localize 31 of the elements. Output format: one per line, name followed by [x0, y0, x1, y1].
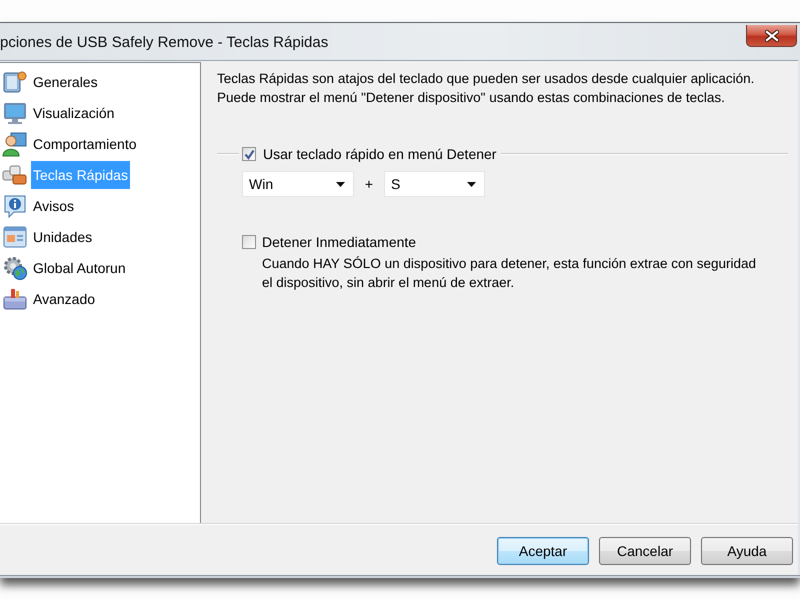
description-text: el dispositivo, sin abrir el menú de extraer. — [262, 274, 516, 292]
description-text: Puede mostrar el menú "Detener dispositivo" usando estas combinaciones de teclas. — [217, 89, 726, 107]
description-text: Teclas Rápidas son atajos del teclado que pueden ser usados desde cualquier aplicación. — [217, 70, 756, 88]
close-icon — [764, 30, 778, 42]
sidebar-item[interactable]: Unidades — [31, 222, 94, 250]
panel-icon — [2, 68, 28, 94]
description-text: Cuando HAY SÓLO un dispositivo para detener, esta función extrae con seguridad — [262, 255, 758, 273]
user-icon — [2, 130, 28, 156]
checkbox-label[interactable]: Usar teclado rápido en menú Detener — [263, 145, 496, 163]
plus-sign: + — [364, 174, 374, 194]
sidebar-item[interactable]: Visualización — [31, 98, 116, 126]
checkmark-icon — [244, 148, 254, 160]
dialog-button[interactable]: Aceptar — [497, 537, 589, 565]
caret-icon — [336, 182, 345, 186]
sidebar-item[interactable]: Avisos — [31, 192, 76, 220]
gear-globe-icon — [2, 254, 28, 280]
sidebar-item[interactable]: Comportamiento — [31, 130, 138, 158]
sidebar-item[interactable]: Generales — [31, 68, 100, 96]
close-button[interactable] — [746, 25, 797, 47]
caret-icon — [467, 182, 476, 186]
sidebar-item[interactable]: Global Autorun — [31, 254, 128, 282]
checkbox[interactable] — [242, 235, 256, 249]
sidebar-item[interactable]: Avanzado — [31, 284, 98, 312]
checkbox-label[interactable]: Detener Inmediatamente — [262, 233, 416, 251]
window-icon — [2, 224, 28, 250]
key-dropdown[interactable]: S — [384, 171, 485, 197]
dialog-button[interactable]: Ayuda — [701, 537, 793, 565]
modifier-dropdown[interactable]: Win — [242, 171, 354, 197]
dialog-button[interactable]: Cancelar — [599, 537, 691, 565]
checkbox[interactable] — [242, 147, 256, 161]
window-title: pciones de USB Safely Remove - Teclas Rápidas — [0, 35, 328, 50]
